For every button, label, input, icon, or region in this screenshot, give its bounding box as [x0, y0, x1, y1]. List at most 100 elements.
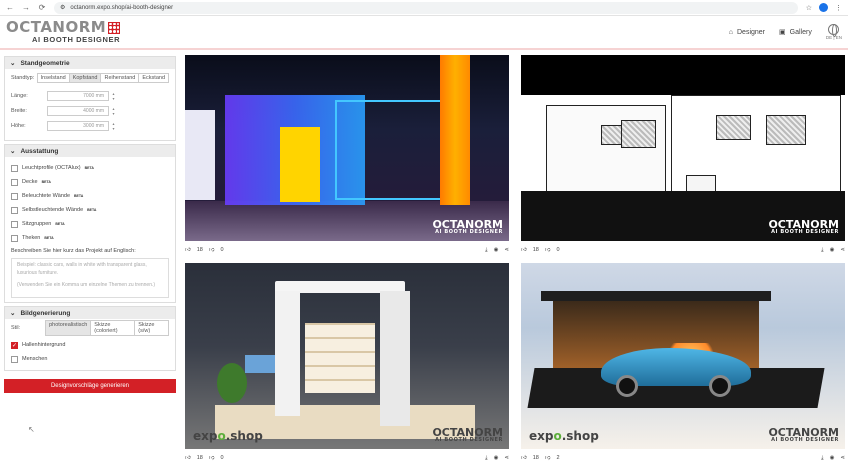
- share-icon[interactable]: ⋖: [504, 247, 509, 253]
- thumbs-up-icon[interactable]: 👍︎: [521, 455, 527, 461]
- equipment-option[interactable]: Theken BETA: [11, 231, 169, 245]
- nav-designer[interactable]: ⌂ Designer: [729, 29, 765, 36]
- top-nav: ⌂ Designer ▣ Gallery DE | EN: [729, 24, 842, 40]
- octanorm-watermark: OCTANORM AI BOOTH DESIGNER: [768, 218, 839, 235]
- back-icon[interactable]: ←: [6, 3, 14, 12]
- laenge-label: Länge:: [11, 93, 28, 99]
- address-bar[interactable]: ⚙ octanorm.expo.shop/ai-booth-designer: [54, 1, 798, 14]
- equipment-label: Decke: [22, 179, 38, 185]
- download-icon[interactable]: ⤓: [485, 455, 487, 462]
- logo[interactable]: OCTANORM AI BOOTH DESIGNER: [6, 18, 121, 45]
- view-icon[interactable]: ◉: [830, 247, 835, 253]
- thumbs-up-icon[interactable]: 👍︎: [185, 247, 191, 253]
- share-icon[interactable]: ⋖: [840, 455, 845, 461]
- description-textarea[interactable]: Beispiel: classic cars, walls in white w…: [11, 258, 169, 298]
- people-option[interactable]: Menschen: [11, 352, 169, 366]
- hoehe-input[interactable]: 3000 mm: [47, 121, 116, 131]
- gallery-card[interactable]: OCTANORM AI BOOTH DESIGNER 👍︎ 18 👎︎ 0 ⤓ ◉ ⋖: [185, 55, 509, 253]
- site-info-icon[interactable]: ⚙: [60, 4, 65, 11]
- thumbs-down-icon[interactable]: 👎︎: [209, 247, 215, 253]
- nav-designer-label: Designer: [737, 28, 766, 36]
- view-icon[interactable]: ◉: [494, 455, 499, 461]
- standtyp-selector: Inselstand Kopfstand Reihenstand Eckstan…: [36, 73, 169, 83]
- gallery-card[interactable]: OCTANORM AI BOOTH DESIGNER 👍︎ 18 👎︎ 0 ⤓ ◉ ⋖: [521, 55, 845, 253]
- view-icon[interactable]: ◉: [830, 455, 835, 461]
- beta-badge: BETA: [74, 194, 84, 198]
- like-count: 18: [532, 247, 539, 253]
- like-count: 18: [196, 455, 203, 461]
- share-icon[interactable]: ⋖: [840, 247, 845, 253]
- forward-icon[interactable]: →: [22, 3, 30, 12]
- breite-input[interactable]: 4000 mm: [47, 106, 116, 116]
- thumbs-down-icon[interactable]: 👎︎: [545, 247, 551, 253]
- view-icon[interactable]: ◉: [494, 247, 499, 253]
- equipment-option[interactable]: Sitzgruppen BETA: [11, 217, 169, 231]
- hall-background-option[interactable]: Hallenhintergrund: [11, 338, 169, 352]
- style-sketch-color[interactable]: Skizze (coloriert): [91, 321, 136, 335]
- share-icon[interactable]: ⋖: [504, 455, 509, 461]
- app-header: OCTANORM AI BOOTH DESIGNER ⌂ Designer ▣ …: [0, 16, 848, 50]
- download-icon[interactable]: ⤓: [821, 455, 823, 462]
- section-geometry-title: Standgeometrie: [20, 59, 70, 67]
- brand-name: OCTANORM: [6, 18, 107, 37]
- standtyp-eckstand[interactable]: Eckstand: [139, 74, 168, 82]
- thumbs-down-icon[interactable]: 👎︎: [209, 455, 215, 461]
- checkbox[interactable]: [11, 164, 18, 172]
- style-selector: photorealistisch Skizze (coloriert) Skiz…: [45, 320, 169, 336]
- style-photorealistic[interactable]: photorealistisch: [46, 321, 92, 335]
- thumbs-up-icon[interactable]: 👍︎: [521, 247, 527, 253]
- equipment-label: Sitzgruppen: [22, 221, 52, 227]
- equipment-option[interactable]: Leuchtprofile (OCTAlux) BETA: [11, 161, 169, 175]
- chevron-down-icon: ⌄: [10, 60, 16, 67]
- beta-badge: BETA: [84, 166, 94, 170]
- equipment-option[interactable]: Selbstleuchtende Wände BETA: [11, 203, 169, 217]
- gallery-card[interactable]: expo.shop OCTANORM AI BOOTH DESIGNER 👍︎ 18…: [521, 263, 845, 461]
- section-geometry-header[interactable]: ⌄ Standgeometrie: [5, 57, 175, 69]
- gallery-card[interactable]: expo.shop OCTANORM AI BOOTH DESIGNER 👍︎ 18…: [185, 263, 509, 461]
- download-icon[interactable]: ⤓: [821, 247, 823, 254]
- equipment-option[interactable]: Decke BETA: [11, 175, 169, 189]
- checkbox[interactable]: [11, 234, 18, 242]
- checkbox[interactable]: [11, 220, 18, 228]
- section-image-gen: ⌄ Bildgenerierung Stil: photorealistisch…: [4, 306, 176, 371]
- booth-image-white[interactable]: expo.shop OCTANORM AI BOOTH DESIGNER: [185, 263, 509, 449]
- menu-icon[interactable]: ⋮: [835, 4, 842, 12]
- booth-image-car[interactable]: expo.shop OCTANORM AI BOOTH DESIGNER: [521, 263, 845, 449]
- thumbs-down-icon[interactable]: 👎︎: [545, 455, 551, 461]
- equipment-label: Theken: [22, 235, 41, 241]
- section-equipment-header[interactable]: ⌄ Ausstattung: [5, 145, 175, 157]
- beta-badge: BETA: [55, 222, 65, 226]
- brand-subtitle: AI BOOTH DESIGNER: [32, 35, 121, 45]
- dislike-count: 0: [220, 455, 224, 461]
- nav-gallery[interactable]: ▣ Gallery: [779, 28, 812, 37]
- section-image-gen-header[interactable]: ⌄ Bildgenerierung: [5, 307, 175, 319]
- language-switch[interactable]: DE | EN: [826, 24, 842, 40]
- beta-badge: BETA: [44, 236, 54, 240]
- equipment-option[interactable]: Beleuchtete Wände BETA: [11, 189, 169, 203]
- gallery-icon: ▣: [779, 29, 786, 36]
- chevron-down-icon: ⌄: [10, 310, 16, 317]
- laenge-input[interactable]: 7000 mm: [47, 91, 116, 101]
- standtyp-label: Standtyp:: [11, 75, 35, 81]
- booth-image-neon[interactable]: OCTANORM AI BOOTH DESIGNER: [185, 55, 509, 241]
- style-sketch-bw[interactable]: Skizze (s/w): [135, 321, 168, 335]
- star-icon[interactable]: ☆: [806, 4, 812, 12]
- description-placeholder: Beispiel: classic cars, walls in white w…: [17, 262, 147, 276]
- expo-shop-logo: expo.shop: [193, 429, 263, 443]
- download-icon[interactable]: ⤓: [485, 247, 487, 254]
- checkbox-checked[interactable]: [11, 341, 18, 349]
- checkbox[interactable]: [11, 355, 18, 363]
- booth-image-sketch[interactable]: OCTANORM AI BOOTH DESIGNER: [521, 55, 845, 241]
- url-text: octanorm.expo.shop/ai-booth-designer: [70, 4, 174, 11]
- standtyp-inselstand[interactable]: Inselstand: [38, 74, 70, 82]
- standtyp-kopfstand[interactable]: Kopfstand: [69, 74, 102, 82]
- generate-button[interactable]: Designvorschläge generieren: [4, 379, 176, 393]
- standtyp-reihenstand[interactable]: Reihenstand: [101, 74, 140, 82]
- hall-background-label: Hallenhintergrund: [22, 342, 66, 348]
- checkbox[interactable]: [11, 206, 18, 214]
- checkbox[interactable]: [11, 192, 18, 200]
- profile-avatar[interactable]: [819, 3, 828, 12]
- thumbs-up-icon[interactable]: 👍︎: [185, 455, 191, 461]
- reload-icon[interactable]: ⟳: [38, 3, 46, 12]
- checkbox[interactable]: [11, 178, 18, 186]
